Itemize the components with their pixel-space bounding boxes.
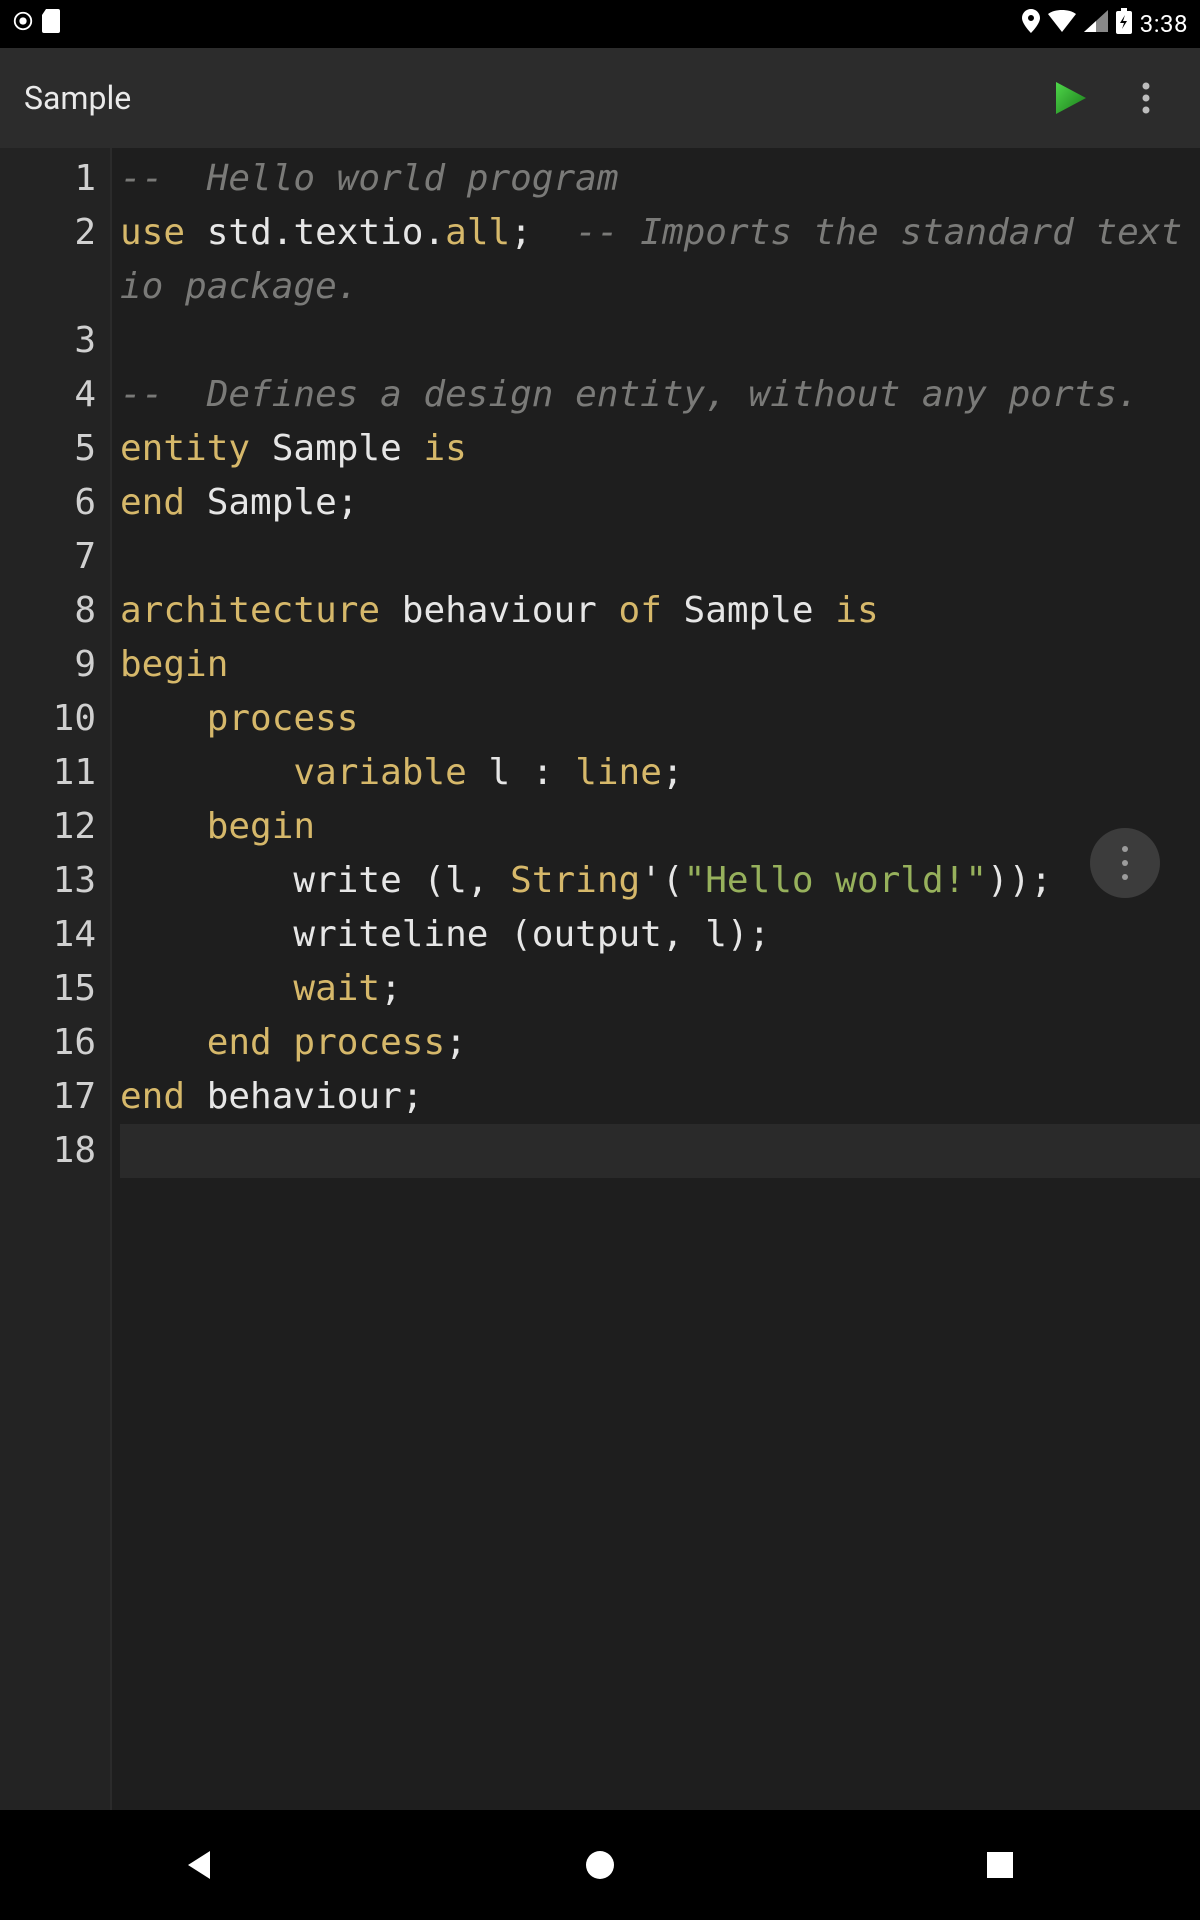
code-line[interactable]: writeline (output, l); [120, 908, 1200, 962]
code-line[interactable]: end process; [120, 1016, 1200, 1070]
gutter: 123456789101112131415161718 [0, 148, 110, 1810]
code-line[interactable]: end Sample; [120, 476, 1200, 530]
signal-icon [1084, 10, 1108, 38]
code-line[interactable]: write (l, String'("Hello world!")); [120, 854, 1200, 908]
floating-more-button[interactable] [1090, 828, 1160, 898]
code-line[interactable]: process [120, 692, 1200, 746]
status-time: 3:38 [1140, 10, 1188, 38]
code-line[interactable]: variable l : line; [120, 746, 1200, 800]
nav-back-button[interactable] [170, 1835, 230, 1895]
status-right: 3:38 [1022, 8, 1188, 40]
wifi-icon [1048, 10, 1076, 38]
page-title: Sample [24, 79, 1024, 117]
code-line[interactable]: -- Hello world program [120, 152, 1200, 206]
code-line[interactable]: architecture behaviour of Sample is [120, 584, 1200, 638]
code-line[interactable] [120, 314, 1200, 368]
code-line[interactable]: begin [120, 800, 1200, 854]
code-editor[interactable]: 123456789101112131415161718 -- Hello wor… [0, 148, 1200, 1810]
status-left [12, 9, 62, 39]
overflow-menu-button[interactable] [1116, 68, 1176, 128]
nav-home-button[interactable] [570, 1835, 630, 1895]
code-line[interactable]: wait; [120, 962, 1200, 1016]
code-line[interactable] [120, 530, 1200, 584]
status-bar: 3:38 [0, 0, 1200, 48]
location-icon [1022, 9, 1040, 39]
code-line[interactable]: end behaviour; [120, 1070, 1200, 1124]
toolbar: Sample [0, 48, 1200, 148]
code-line[interactable]: begin [120, 638, 1200, 692]
code-line[interactable]: entity Sample is [120, 422, 1200, 476]
sd-card-icon [42, 9, 62, 39]
run-button[interactable] [1040, 68, 1100, 128]
code-line[interactable]: -- Defines a design entity, without any … [120, 368, 1200, 422]
navigation-bar [0, 1810, 1200, 1920]
nav-recent-button[interactable] [970, 1835, 1030, 1895]
battery-charging-icon [1116, 8, 1132, 40]
camera-icon [12, 10, 34, 38]
code-line[interactable] [120, 1124, 1200, 1178]
code-area[interactable]: -- Hello world programuse std.textio.all… [110, 148, 1200, 1810]
code-line[interactable]: use std.textio.all; -- Imports the stand… [120, 206, 1200, 314]
